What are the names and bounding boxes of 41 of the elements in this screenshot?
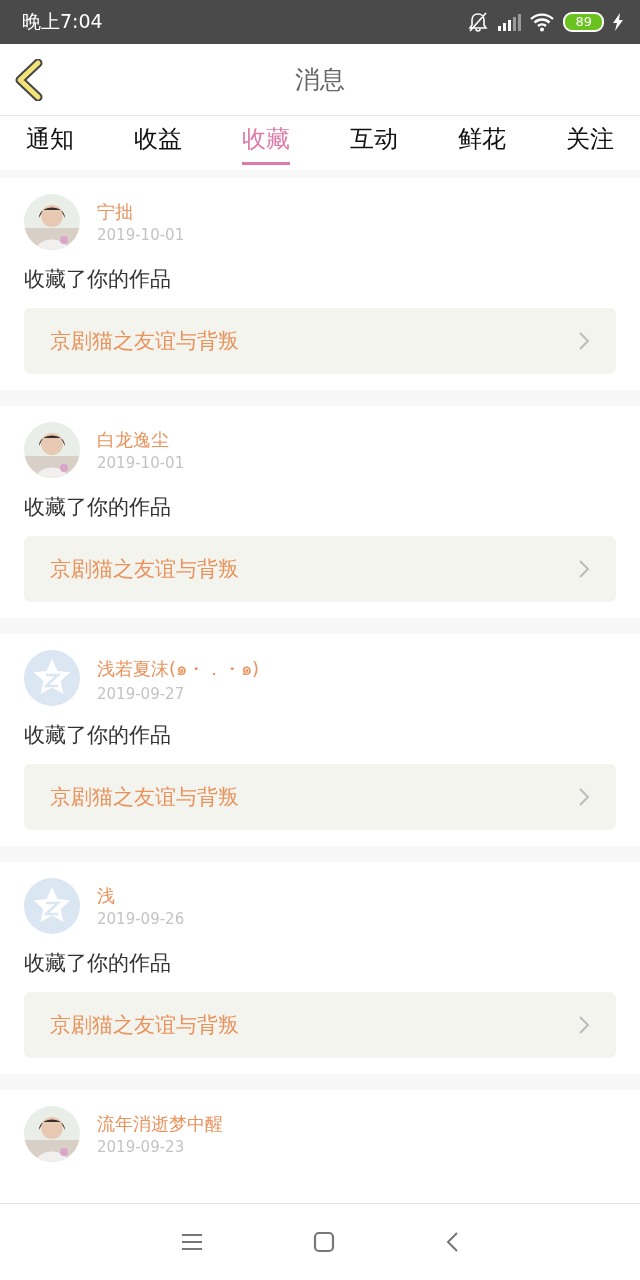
user-name[interactable]: 白龙逸尘 — [97, 428, 185, 452]
default-avatar-icon[interactable] — [24, 650, 80, 706]
signal-icon — [497, 13, 522, 31]
work-link[interactable]: 京剧猫之友谊与背叛 — [24, 308, 616, 374]
user-name[interactable]: 宁拙 — [97, 200, 185, 224]
bell-muted-icon — [467, 11, 490, 33]
work-link[interactable]: 京剧猫之友谊与背叛 — [24, 764, 616, 830]
status-time: 晚上7:04 — [22, 9, 103, 34]
page-title: 消息 — [295, 64, 345, 96]
message-text: 收藏了你的作品 — [24, 722, 172, 749]
message-date: 2019-10-01 — [97, 454, 185, 472]
tab[interactable]: 互动 — [350, 116, 398, 165]
tab[interactable]: 收益 — [134, 116, 182, 165]
tab[interactable]: 鲜花 — [458, 116, 506, 165]
tab[interactable]: 关注 — [566, 116, 614, 165]
tab[interactable]: 通知 — [26, 116, 74, 165]
user-name[interactable]: 浅若夏沫(๑・．・๑) — [97, 653, 260, 683]
battery-level: 89 — [563, 12, 604, 32]
message-date: 2019-09-27 — [97, 684, 186, 703]
default-avatar-icon[interactable] — [24, 878, 80, 934]
message-text: 收藏了你的作品 — [24, 266, 172, 293]
work-link[interactable]: 京剧猫之友谊与背叛 — [24, 992, 616, 1058]
chevron-right-icon — [578, 331, 590, 351]
back-icon[interactable] — [14, 58, 44, 101]
message-date: 2019-09-23 — [97, 1138, 186, 1156]
user-name[interactable]: 浅 — [97, 884, 185, 908]
user-name[interactable]: 流年消逝梦中醒 — [97, 1112, 223, 1136]
message-date: 2019-09-26 — [97, 910, 185, 928]
menu-icon[interactable] — [181, 1233, 203, 1251]
tab[interactable]: 收藏 — [242, 116, 290, 165]
home-icon[interactable] — [313, 1231, 335, 1253]
chevron-right-icon — [578, 559, 590, 579]
message-text: 收藏了你的作品 — [24, 494, 172, 521]
charging-icon — [612, 12, 624, 32]
chevron-right-icon — [578, 1015, 590, 1035]
wifi-icon — [529, 12, 556, 32]
back-icon[interactable] — [445, 1231, 459, 1253]
message-date: 2019-10-01 — [97, 226, 185, 244]
work-link[interactable]: 京剧猫之友谊与背叛 — [24, 536, 616, 602]
message-text: 收藏了你的作品 — [24, 950, 172, 977]
chevron-right-icon — [578, 787, 590, 807]
